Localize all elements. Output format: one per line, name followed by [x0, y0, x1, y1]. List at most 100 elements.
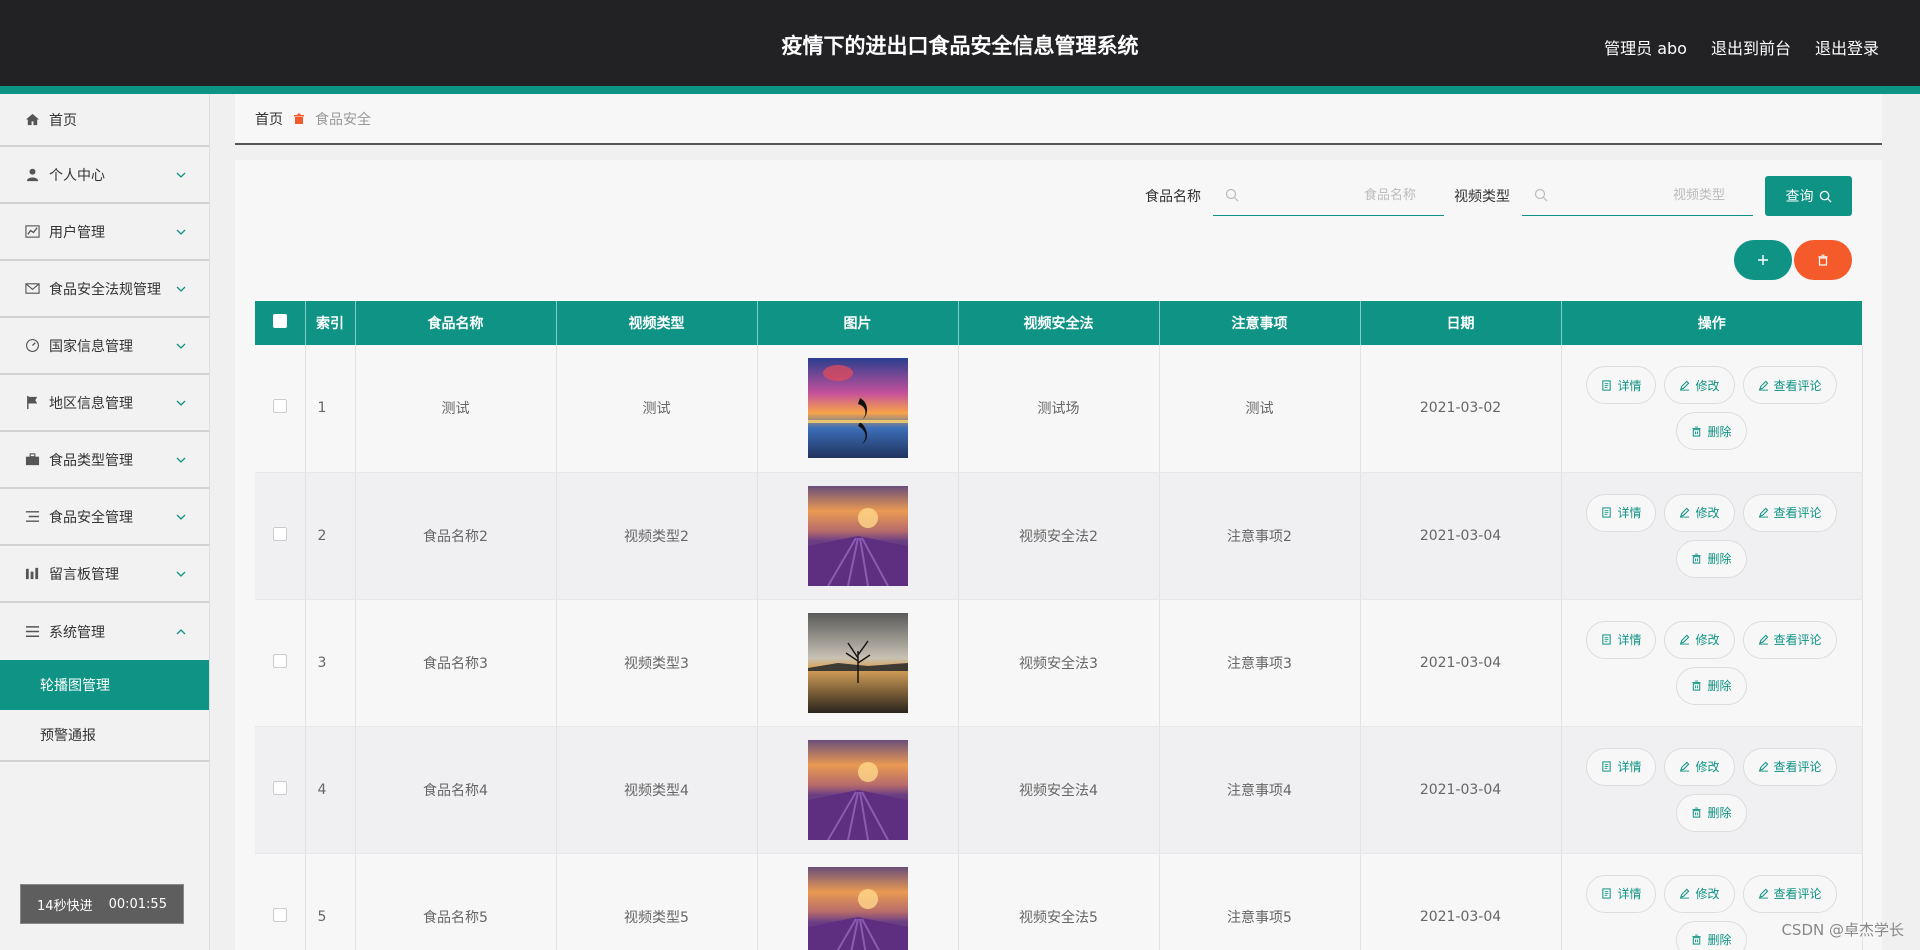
sidebar-item-system-management[interactable]: 系统管理 [0, 603, 209, 660]
cell-index: 4 [305, 726, 356, 854]
gauge-icon [24, 338, 40, 354]
row-checkbox[interactable] [272, 653, 287, 668]
top-bar: 疫情下的进出口食品安全信息管理系统 管理员 abo 退出到前台 退出登录 [0, 0, 1920, 86]
document-icon [1602, 634, 1612, 645]
row-checkbox[interactable] [272, 399, 287, 414]
edit-button[interactable]: 修改 [1664, 366, 1735, 405]
document-icon [1602, 888, 1612, 899]
delete-button[interactable]: 删除 [1676, 412, 1747, 451]
fast-forward-timer: 14秒快进 00:01:55 [20, 884, 184, 924]
food-name-field-wrap [1213, 176, 1444, 216]
food-name-input[interactable] [1213, 176, 1444, 215]
cell-video-law: 视频安全法5 [958, 853, 1160, 950]
cell-date: 2021-03-02 [1360, 345, 1562, 473]
lavender-field-thumbnail[interactable] [807, 739, 908, 840]
delete-button[interactable]: 删除 [1676, 920, 1747, 950]
briefcase-icon [24, 452, 40, 468]
view-comments-button[interactable]: 查看评论 [1742, 747, 1837, 786]
sidebar-subitem-carousel[interactable]: 轮播图管理 [0, 660, 209, 710]
cell-image [757, 599, 959, 727]
sidebar-item-label: 地区信息管理 [49, 395, 133, 412]
bars-icon [24, 566, 40, 582]
batch-delete-button[interactable] [1794, 240, 1852, 280]
cell-index: 3 [305, 599, 356, 727]
trash-icon [1692, 934, 1702, 945]
sidebar-item-user-management[interactable]: 用户管理 [0, 204, 209, 261]
lavender-field-thumbnail[interactable] [807, 485, 908, 586]
sidebar-item-region-info[interactable]: 地区信息管理 [0, 375, 209, 432]
detail-button[interactable]: 详情 [1586, 747, 1657, 786]
food-name-label: 食品名称 [1145, 189, 1201, 205]
cell-date: 2021-03-04 [1360, 853, 1562, 950]
admin-user-link[interactable]: 管理员 abo [1604, 35, 1687, 59]
cell-operations: 详情 修改 查看评论删除 [1561, 599, 1863, 727]
detail-button[interactable]: 详情 [1586, 874, 1657, 913]
lavender-field-thumbnail[interactable] [807, 866, 908, 950]
sidebar-item-message-board[interactable]: 留言板管理 [0, 546, 209, 603]
plus-icon [1758, 255, 1768, 265]
edit-icon [1680, 507, 1690, 518]
cell-video-type: 视频类型3 [556, 599, 758, 727]
trash-separator-icon [293, 113, 305, 125]
video-type-input[interactable] [1522, 176, 1753, 215]
delete-button[interactable]: 删除 [1676, 539, 1747, 578]
edit-button[interactable]: 修改 [1664, 747, 1735, 786]
sidebar-subitem-warning-report[interactable]: 预警通报 [0, 710, 209, 760]
select-all-checkbox[interactable] [272, 314, 287, 328]
edit-button[interactable]: 修改 [1664, 620, 1735, 659]
edit-button[interactable]: 修改 [1664, 493, 1735, 532]
cell-image [757, 345, 959, 473]
header-accent-strip [0, 86, 1920, 94]
edit-button-label: 修改 [1695, 760, 1720, 774]
delete-button-label: 删除 [1707, 806, 1732, 820]
sidebar-item-country-info[interactable]: 国家信息管理 [0, 318, 209, 375]
sidebar-item-food-type[interactable]: 食品类型管理 [0, 432, 209, 489]
food-safety-table: 索引 食品名称 视频类型 图片 视频安全法 注意事项 日期 操作 1 测试 测试 测试… [255, 301, 1863, 950]
cell-food-name: 测试 [355, 345, 557, 473]
cell-date: 2021-03-04 [1360, 726, 1562, 854]
table-row: 2 食品名称2 视频类型2 视频安全法2 注意事项2 2021-03-04 详情 修改 查看评论… [255, 472, 1863, 600]
delete-button[interactable]: 删除 [1676, 666, 1747, 705]
detail-button[interactable]: 详情 [1586, 620, 1657, 659]
sunset-dolphin-thumbnail[interactable] [807, 358, 908, 459]
view-comments-button-label: 查看评论 [1773, 633, 1822, 647]
query-button[interactable]: 查询 [1765, 176, 1852, 216]
row-checkbox[interactable] [272, 780, 287, 795]
exit-to-front-link[interactable]: 退出到前台 [1711, 35, 1791, 59]
column-header: 注意事项 [1159, 301, 1361, 345]
table-header-row: 索引 食品名称 视频类型 图片 视频安全法 注意事项 日期 操作 [255, 301, 1862, 345]
cell-index: 2 [305, 472, 356, 600]
logout-link[interactable]: 退出登录 [1815, 35, 1879, 59]
detail-button[interactable]: 详情 [1586, 493, 1657, 532]
timer-label: 14秒快进 [37, 898, 93, 914]
edit-icon [1758, 888, 1768, 899]
search-icon [1819, 190, 1832, 203]
sidebar-item-home[interactable]: 首页 [0, 94, 209, 147]
chevron-up-icon [176, 628, 186, 634]
detail-button-label: 详情 [1617, 378, 1642, 393]
view-comments-button[interactable]: 查看评论 [1742, 620, 1837, 659]
cell-food-name: 食品名称4 [355, 726, 557, 854]
row-checkbox[interactable] [272, 526, 287, 541]
view-comments-button[interactable]: 查看评论 [1742, 493, 1837, 532]
edit-icon [1680, 888, 1690, 899]
delete-button[interactable]: 删除 [1676, 793, 1747, 832]
edit-icon [1680, 380, 1690, 391]
cell-date: 2021-03-04 [1360, 599, 1562, 727]
detail-button[interactable]: 详情 [1586, 366, 1657, 405]
edit-button[interactable]: 修改 [1664, 874, 1735, 913]
cell-index: 5 [305, 853, 356, 950]
table-row: 5 食品名称5 视频类型5 视频安全法5 注意事项5 2021-03-04 详情 修改 查看评论… [255, 853, 1863, 950]
row-checkbox[interactable] [272, 907, 287, 922]
chevron-down-icon [176, 172, 186, 178]
sidebar-item-food-safety[interactable]: 食品安全管理 [0, 489, 209, 546]
column-header: 视频类型 [556, 301, 758, 345]
lake-tree-thumbnail[interactable] [807, 612, 908, 713]
cell-food-name: 食品名称5 [355, 853, 557, 950]
breadcrumb-home[interactable]: 首页 [255, 109, 283, 129]
add-button[interactable] [1734, 240, 1792, 280]
sidebar-item-personal-center[interactable]: 个人中心 [0, 147, 209, 204]
view-comments-button[interactable]: 查看评论 [1742, 874, 1837, 913]
view-comments-button[interactable]: 查看评论 [1742, 366, 1837, 405]
sidebar-item-food-safety-regulations[interactable]: 食品安全法规管理 [0, 261, 209, 318]
